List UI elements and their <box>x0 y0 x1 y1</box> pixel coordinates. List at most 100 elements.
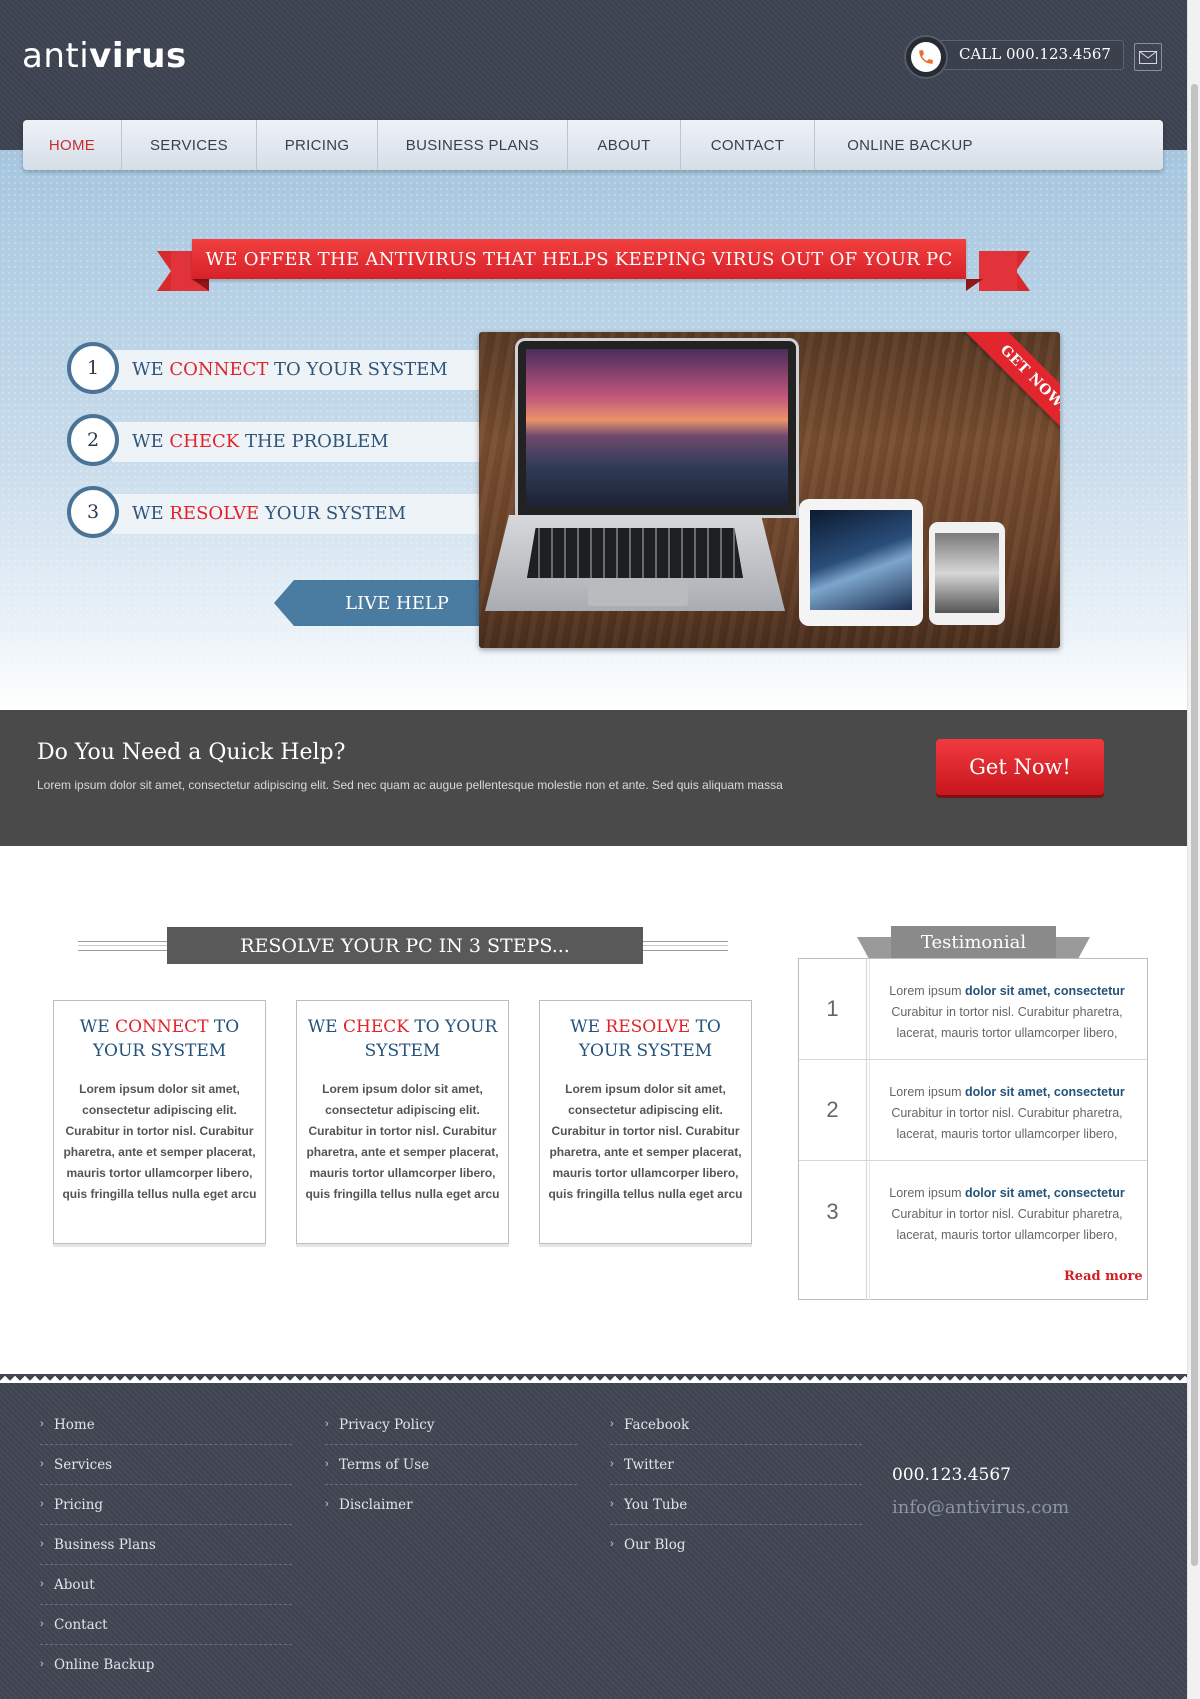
hero-banner-text: WE OFFER THE ANTIVIRUS THAT HELPS KEEPIN… <box>205 248 953 270</box>
nav-item-pricing[interactable]: PRICING <box>257 120 378 170</box>
live-help-button[interactable]: LIVE HELP <box>274 580 480 626</box>
chevron-right-icon: › <box>40 1498 44 1510</box>
nav-item-business-plans[interactable]: BUSINESS PLANS <box>378 120 568 170</box>
chevron-right-icon: › <box>40 1658 44 1670</box>
footer-link-label: Our Blog <box>624 1537 686 1553</box>
chevron-right-icon: › <box>40 1538 44 1550</box>
logo-thin-text: anti <box>22 36 90 76</box>
step-text-pre: WE <box>132 431 170 452</box>
card-title-pre: WE <box>307 1017 343 1037</box>
testimonial-ear-left-fill <box>869 937 893 959</box>
step-card-text: Lorem ipsum dolor sit amet, consectetur … <box>305 1082 500 1201</box>
site-footer: › Home › Services › Pricing › Business Plans… <box>0 1374 1187 1699</box>
nav-item-home[interactable]: HOME <box>23 120 122 170</box>
page-scrollbar[interactable] <box>1187 0 1200 1699</box>
step-text-accent: CONNECT <box>169 359 269 380</box>
mail-icon[interactable] <box>1134 43 1162 71</box>
chevron-right-icon: › <box>40 1578 44 1590</box>
main-nav: HOME SERVICES PRICING BUSINESS PLANS ABO… <box>23 120 1163 170</box>
card-title-accent: RESOLVE <box>605 1017 691 1037</box>
testimonial-text: Lorem ipsum dolor sit amet, consectetur … <box>875 1082 1139 1145</box>
step-number-badge: 2 <box>67 414 119 466</box>
nav-item-contact[interactable]: CONTACT <box>681 120 815 170</box>
footer-link-disclaimer[interactable]: › Disclaimer <box>325 1485 577 1525</box>
step-number-badge: 1 <box>67 342 119 394</box>
footer-column-social: › Facebook › Twitter › You Tube › Our Blog <box>610 1405 862 1565</box>
chevron-right-icon: › <box>40 1418 44 1430</box>
footer-email-link[interactable]: info@antivirus.com <box>892 1497 1069 1518</box>
site-logo[interactable]: antivirus <box>22 36 187 76</box>
footer-link-services[interactable]: › Services <box>40 1445 292 1485</box>
call-box[interactable]: CALL 000.123.4567 <box>904 35 1124 79</box>
tablet-screen <box>810 510 912 610</box>
testimonial-item: 2 Lorem ipsum dolor sit amet, consectetu… <box>799 1060 1147 1161</box>
chevron-right-icon: › <box>40 1618 44 1630</box>
testimonial-title-tab: Testimonial <box>891 926 1056 959</box>
testimonial-ear-left <box>857 937 869 959</box>
footer-link-label: You Tube <box>624 1496 688 1513</box>
nav-item-services[interactable]: SERVICES <box>122 120 257 170</box>
hero-step-1: 1 WE CONNECT TO YOUR SYSTEM <box>67 342 479 396</box>
live-help-label: LIVE HELP <box>345 592 449 614</box>
chevron-right-icon: › <box>610 1458 614 1470</box>
footer-phone: 000.123.4567 <box>892 1465 1011 1485</box>
footer-link-label: Privacy Policy <box>339 1416 435 1433</box>
testimonial-title: Testimonial <box>920 932 1027 953</box>
step-text-accent: RESOLVE <box>169 503 260 524</box>
step-number-badge: 3 <box>67 486 119 538</box>
footer-link-label: Facebook <box>624 1416 690 1433</box>
card-title-accent: CONNECT <box>115 1017 209 1037</box>
hero-step-3: 3 WE RESOLVE YOUR SYSTEM <box>67 486 479 540</box>
step-card-title: WE CONNECT TO YOUR SYSTEM <box>60 1015 259 1063</box>
laptop-screen <box>515 338 799 518</box>
chevron-right-icon: › <box>40 1458 44 1470</box>
scrollbar-thumb[interactable] <box>1191 84 1198 1566</box>
footer-link-label: Disclaimer <box>339 1497 413 1513</box>
footer-link-label: Online Backup <box>54 1657 155 1673</box>
footer-link-twitter[interactable]: › Twitter <box>610 1445 862 1485</box>
testimonial-item: 1 Lorem ipsum dolor sit amet, consectetu… <box>799 959 1147 1060</box>
footer-link-privacy-policy[interactable]: › Privacy Policy <box>325 1405 577 1445</box>
testimonial-number: 1 <box>799 959 870 1059</box>
footer-link-contact[interactable]: › Contact <box>40 1605 292 1645</box>
get-now-button[interactable]: Get Now! <box>936 739 1104 795</box>
banner-fold-right <box>966 279 983 291</box>
step-card-2: WE CHECK TO YOUR SYSTEM Lorem ipsum dolo… <box>296 1000 509 1244</box>
laptop-trackpad <box>588 582 688 606</box>
testimonial-text-post: Curabitur in tortor nisl. Curabitur phar… <box>891 1005 1123 1040</box>
hero-section: WE OFFER THE ANTIVIRUS THAT HELPS KEEPIN… <box>0 150 1187 710</box>
footer-link-home[interactable]: › Home <box>40 1405 292 1445</box>
read-more-link[interactable]: Read more <box>1064 1269 1143 1284</box>
quick-help-section: Do You Need a Quick Help? Lorem ipsum do… <box>0 710 1187 846</box>
banner-tail-left <box>157 251 171 291</box>
footer-link-about[interactable]: › About <box>40 1565 292 1605</box>
footer-link-label: Business Plans <box>54 1536 156 1553</box>
footer-link-label: Twitter <box>624 1456 674 1473</box>
card-title-pre: WE <box>79 1017 116 1037</box>
call-text: CALL 000.123.4567 <box>959 45 1111 63</box>
section-heading: RESOLVE YOUR PC IN 3 STEPS... <box>167 927 643 964</box>
step-card-text: Lorem ipsum dolor sit amet, consectetur … <box>548 1082 743 1201</box>
step-text: WE CONNECT TO YOUR SYSTEM <box>132 359 448 380</box>
footer-link-terms-of-use[interactable]: › Terms of Use <box>325 1445 577 1485</box>
footer-link-label: Contact <box>54 1616 108 1633</box>
nav-item-about[interactable]: ABOUT <box>568 120 681 170</box>
get-now-button-label: Get Now! <box>969 755 1071 779</box>
section-heading-text: RESOLVE YOUR PC IN 3 STEPS... <box>240 934 570 957</box>
footer-link-our-blog[interactable]: › Our Blog <box>610 1525 862 1565</box>
footer-link-business-plans[interactable]: › Business Plans <box>40 1525 292 1565</box>
step-card-1: WE CONNECT TO YOUR SYSTEM Lorem ipsum do… <box>53 1000 266 1244</box>
footer-link-facebook[interactable]: › Facebook <box>610 1405 862 1445</box>
testimonial-text-pre: Lorem ipsum <box>889 984 965 998</box>
step-text-pre: WE <box>132 359 170 380</box>
footer-link-pricing[interactable]: › Pricing <box>40 1485 292 1525</box>
testimonial-text-highlight: dolor sit amet, consectetur <box>964 1186 1125 1200</box>
nav-item-online-backup[interactable]: ONLINE BACKUP <box>815 120 1005 170</box>
testimonial-text-pre: Lorem ipsum <box>889 1186 965 1200</box>
footer-link-youtube[interactable]: › You Tube <box>610 1485 862 1525</box>
step-text-pre: WE <box>132 503 170 524</box>
chevron-right-icon: › <box>610 1498 614 1510</box>
banner-fold-left <box>192 279 209 291</box>
testimonial-text-post: Curabitur in tortor nisl. Curabitur phar… <box>891 1106 1123 1141</box>
footer-link-online-backup[interactable]: › Online Backup <box>40 1645 292 1685</box>
